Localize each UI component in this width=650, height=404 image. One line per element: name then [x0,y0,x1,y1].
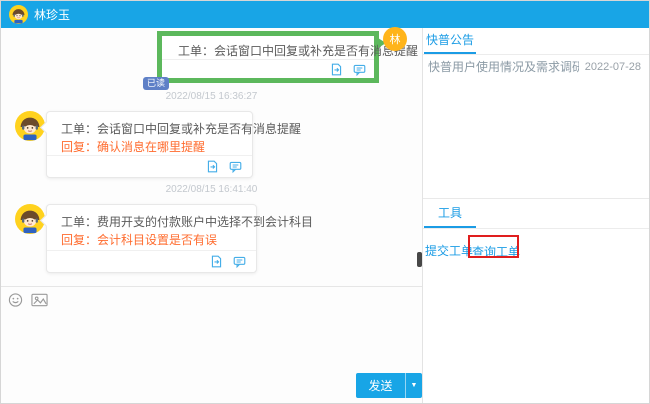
announcement-list-item[interactable]: 快普用户使用情况及需求调研问卷 2022-07-28 [423,58,650,75]
incoming-message-bubble: 工单：费用开支的付款账户中选择不到会计科目 回复：会计科目设置是否有误 [46,204,257,273]
message-reply: 回复：确认消息在哪里提醒 [61,139,238,155]
message-timestamp: 2022/08/15 16:36:27 [1,91,422,102]
comment-icon[interactable] [229,160,242,173]
message-actions [47,155,252,177]
sidebar-panel: 快普公告 快普用户使用情况及需求调研问卷 2022-07-28 工具 提交工单 … [422,28,650,404]
incoming-message-bubble: 工单：会话窗口中回复或补充是否有消息提醒 回复：确认消息在哪里提醒 [46,111,253,178]
tab-tools[interactable]: 工具 [424,199,476,228]
composer-divider [1,286,422,287]
forward-ticket-icon[interactable] [330,63,343,76]
app-window: 林珍玉 工单：会话窗口中回复或补充是否有消息提醒 林 已读 2022/08/15… [0,0,650,404]
message-title: 工单：费用开支的付款账户中选择不到会计科目 [61,214,242,230]
message-actions [162,59,374,78]
message-actions [47,250,256,272]
send-options-dropdown[interactable]: ▼ [405,373,422,398]
comment-icon[interactable] [353,63,366,76]
submit-ticket-link[interactable]: 提交工单 [425,242,473,259]
titlebar: 林珍玉 [1,1,649,28]
message-reply: 回复：会计科目设置是否有误 [61,232,242,248]
emoji-icon[interactable] [8,292,23,308]
read-status-badge: 已读 [143,77,169,90]
announcement-title: 快普用户使用情况及需求调研问卷 [428,58,579,75]
announcements-tabbar: 快普公告 [423,28,650,55]
message-title: 工单：会话窗口中回复或补充是否有消息提醒 [162,36,374,59]
comment-icon[interactable] [233,255,246,268]
chat-user-name: 林珍玉 [34,6,70,23]
chat-panel: 工单：会话窗口中回复或补充是否有消息提醒 林 已读 2022/08/15 16:… [1,28,422,404]
send-button[interactable]: 发送 [356,373,405,398]
announcement-date: 2022-07-28 [585,61,641,73]
tab-announcements[interactable]: 快普公告 [424,28,476,54]
tools-tabbar: 工具 [423,198,650,229]
annotation-green-box: 工单：会话窗口中回复或补充是否有消息提醒 [157,31,379,83]
user-initial-avatar: 林 [383,27,407,51]
send-button-group: 发送 ▼ [356,373,422,398]
agent-avatar-icon [9,5,28,24]
message-timestamp: 2022/08/15 16:41:40 [1,184,422,195]
image-icon[interactable] [31,292,48,308]
message-title: 工单：会话窗口中回复或补充是否有消息提醒 [61,121,238,137]
annotation-red-box [468,235,519,258]
chevron-down-icon: ▼ [411,382,418,389]
composer-toolbar [8,292,48,308]
forward-ticket-icon[interactable] [210,255,223,268]
forward-ticket-icon[interactable] [206,160,219,173]
